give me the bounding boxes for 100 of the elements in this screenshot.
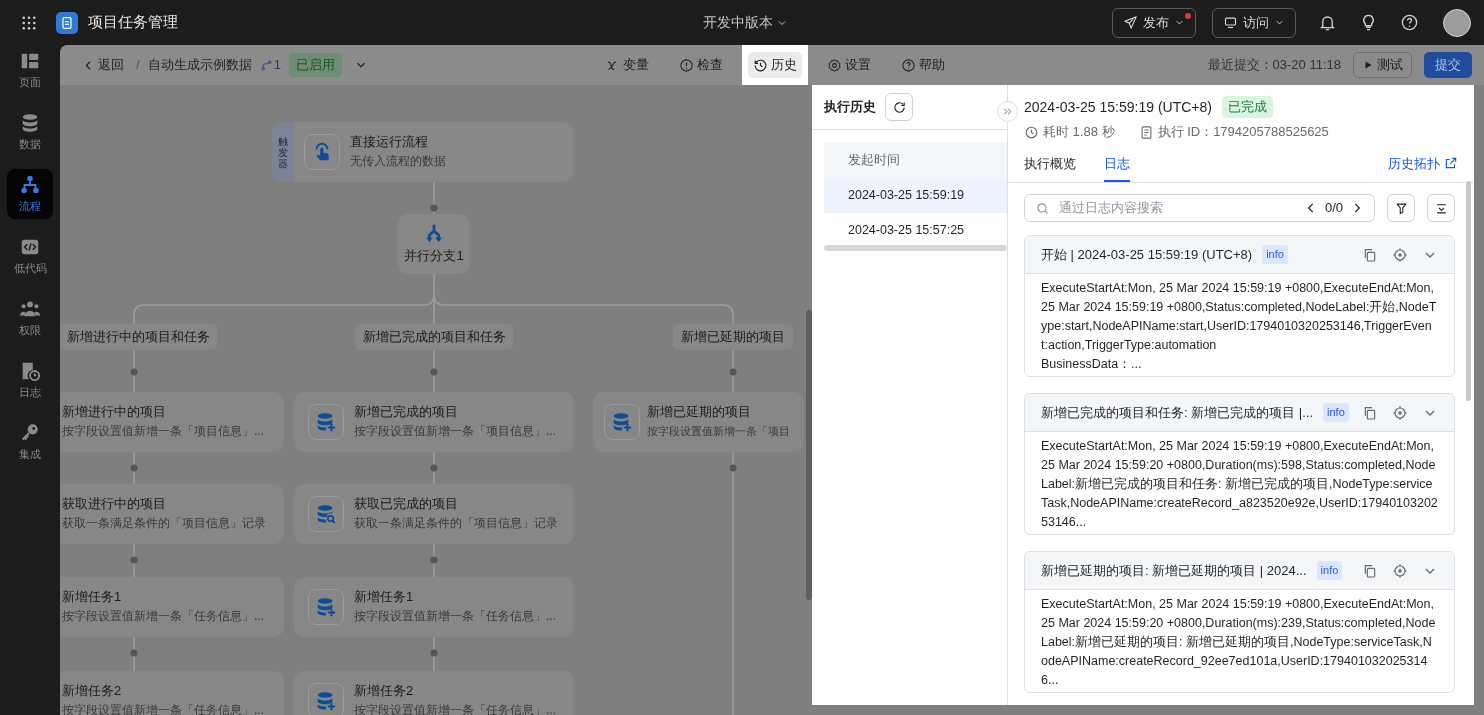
collapse-all-button[interactable] [1427,194,1455,222]
scrollbar[interactable] [1466,181,1471,401]
database-search-icon [315,503,337,525]
visit-button[interactable]: 访问 [1212,7,1296,38]
execution-id: 执行 ID：1794205788525625 [1157,123,1329,142]
settings-button[interactable]: 设置 [822,52,876,78]
copy-button[interactable] [1362,562,1378,579]
notifications-button[interactable] [1318,13,1337,32]
help-icon [901,57,916,73]
test-button[interactable]: 测试 [1353,52,1412,78]
breadcrumb-separator: / [136,56,140,75]
send-icon [1123,15,1138,30]
flow-node[interactable]: 新增任务2 按字段设置值新增一条「任务信息」... [60,671,284,715]
branch-icon [259,58,273,72]
connector-dot [130,649,138,657]
locate-button[interactable] [1392,562,1408,579]
node-description: 按字段设置值新增一条「项目信息」... [62,423,264,440]
node-description: 按字段设置值新增一条「任务信息」... [354,608,556,625]
help-button[interactable] [1400,13,1419,32]
flowchart-icon [19,173,41,196]
check-button[interactable]: 检查 [674,52,728,78]
history-row[interactable]: 2024-03-25 15:59:19 [824,178,1007,213]
help-button[interactable]: 帮助 [896,52,950,78]
connector-dot [130,556,138,564]
database-plus-icon [315,596,337,618]
trigger-tag: 触发器 [272,122,294,182]
version-link[interactable]: 1 [259,55,281,75]
sidebar-item[interactable]: 权限 [7,293,53,343]
app-title: 项目任务管理 [88,12,178,33]
sidebar-item[interactable]: 集成 [7,417,53,467]
sidebar-item[interactable]: 日志 [7,355,53,405]
sidebar-item[interactable]: 数据 [7,107,53,157]
submit-button[interactable]: 提交 [1424,52,1472,78]
connector-dot [130,368,138,376]
publish-button[interactable]: 发布 [1112,7,1196,38]
settings-icon [827,57,842,73]
search-input[interactable]: 通过日志内容搜索 [1057,197,1297,219]
branch-label: 新增已延期的项目 [673,324,793,350]
flow-node[interactable]: 新增任务1 按字段设置值新增一条「任务信息」... [294,577,574,637]
node-title: 获取已完成的项目 [354,495,459,513]
node-title: 并行分支1 [404,247,464,266]
node-title: 新增进行中的项目 [62,403,167,421]
node-description: 按字段设置值新增一条「任务信息」... [354,702,556,715]
database-plus-icon [315,411,337,433]
history-icon [753,57,768,73]
log-title: 新增已完成的项目和任务: 新增已完成的项目 |... [1041,403,1314,422]
history-button[interactable]: 历史 [748,52,802,78]
copy-button[interactable] [1362,404,1378,421]
search-bar[interactable]: 通过日志内容搜索 0/0 [1024,194,1375,222]
avatar[interactable] [1443,8,1471,37]
sidebar-item[interactable]: 页面 [7,45,53,95]
log-level-tag: info [1262,245,1288,264]
connector-dot [729,368,737,376]
flow-node[interactable]: 获取已完成的项目 获取一条满足条件的「项目信息」记录 [294,484,574,544]
external-link-icon [1444,156,1458,171]
flow-node[interactable]: 新增任务2 按字段设置值新增一条「任务信息」... [294,671,574,715]
flow-node[interactable]: 新增已完成的项目 按字段设置值新增一条「项目信息」... [294,392,574,452]
flow-node[interactable]: 新增任务1 按字段设置值新增一条「任务信息」... [60,577,284,637]
help-icon [1400,13,1419,32]
log-level-tag: info [1323,403,1349,422]
locate-button[interactable] [1392,246,1408,263]
node-description: 按字段设置值新增一条「任务信息」... [62,608,264,625]
database-plus-icon [315,690,337,712]
connector-dot [430,556,438,564]
match-count: 0/0 [1324,199,1343,218]
flow-node[interactable]: 新增进行中的项目 按字段设置值新增一条「项目信息」... [60,392,284,452]
copy-icon [1362,246,1378,263]
locate-button[interactable] [1392,404,1408,421]
flow-node[interactable]: 获取进行中的项目 获取一条满足条件的「项目信息」记录 [60,484,284,544]
variables-button[interactable]: 变量 [600,52,654,78]
node-description: 获取一条满足条件的「项目信息」记录 [354,515,558,532]
back-button[interactable]: 返回 [78,55,128,75]
sidebar-item[interactable]: 流程 [7,169,53,219]
panel-title: 执行历史 [824,98,876,117]
column-header: 发起时间 [824,142,1007,178]
trigger-node[interactable]: 触发器 直接运行流程 无传入流程的数据 [272,122,574,182]
connector-dot [430,649,438,657]
connector-dot [430,368,438,376]
log-title: 开始 | 2024-03-25 15:59:19 (UTC+8) [1041,245,1253,264]
connector-dot [430,464,438,472]
copy-icon [1362,404,1378,421]
node-title: 新增已延期的项目 [647,403,752,421]
sidebar-item[interactable]: 低代码 [7,231,53,281]
branch-node[interactable]: 并行分支1 [398,214,470,274]
log-text: ExecuteStartAt:Mon, 25 Mar 2024 15:59:19 +0800,ExecuteEndAt:Mon, 25 Mar 2024 15:59:19 +0800,Status:completed,NodeLabel:开始,NodeType:start,NodeAPIName:start,UserID:1794010320253146,TriggerEvent:action,TriggerType:automation BusinessData：... [1040,280,1438,373]
copy-button[interactable] [1362,246,1378,263]
scrollbar[interactable] [824,245,1007,251]
database-plus-icon [611,411,633,433]
status-badge: 已完成 [1221,96,1273,118]
connector-dot [729,464,737,472]
version-dropdown[interactable]: 开发中版本 [703,12,788,33]
node-title: 新增已完成的项目 [354,403,459,421]
flow-name: 自动生成示例数据 [147,56,252,75]
refresh-button[interactable] [885,93,913,121]
tab[interactable]: 执行概览 [1024,153,1076,182]
copy-icon [1362,562,1378,579]
scrollbar[interactable] [806,310,812,600]
tab[interactable]: 日志 [1104,153,1130,182]
topology-link[interactable]: 历史拓扑 [1388,153,1458,182]
filter-button[interactable] [1387,194,1415,222]
